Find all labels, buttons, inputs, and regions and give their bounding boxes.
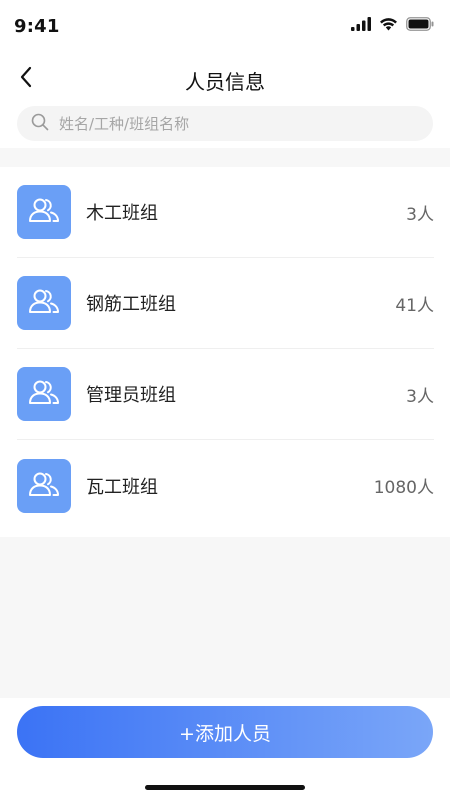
search-bar[interactable] [17, 106, 433, 141]
home-indicator [145, 785, 305, 790]
group-avatar [17, 185, 71, 239]
group-name: 管理员班组 [86, 385, 176, 406]
group-name: 瓦工班组 [86, 476, 158, 498]
group-icon [28, 196, 60, 228]
group-icon [28, 378, 60, 410]
group-list: 木工班组 3人 钢筋工班组 41人 管理员班组 3人 瓦工班组 1080人 [0, 167, 450, 537]
group-icon [28, 470, 60, 502]
group-avatar [17, 367, 71, 421]
group-count: 3人 [406, 204, 434, 225]
search-input[interactable] [59, 108, 399, 139]
battery-icon [406, 16, 434, 35]
search-icon [31, 113, 49, 135]
group-count: 3人 [406, 386, 434, 407]
signal-icon [351, 16, 371, 35]
list-item[interactable]: 钢筋工班组 41人 [17, 258, 434, 349]
top-section: 9:41 人员信息 姓名/工种/班组名称 [0, 0, 450, 148]
status-bar: 9:41 [0, 0, 450, 52]
group-count: 1080人 [373, 478, 434, 498]
group-name: 钢筋工班组 [86, 294, 176, 315]
group-avatar [17, 276, 71, 330]
status-time: 9:41 [14, 16, 60, 37]
group-count: 41人 [395, 295, 434, 316]
list-item[interactable]: 管理员班组 3人 [17, 349, 434, 440]
list-item[interactable]: 瓦工班组 1080人 [17, 440, 434, 531]
group-name: 木工班组 [86, 203, 158, 224]
group-icon [28, 287, 60, 319]
list-item[interactable]: 木工班组 3人 [17, 167, 434, 258]
status-icons [351, 16, 434, 34]
nav-bar: 人员信息 [0, 56, 450, 102]
bottom-bar: +添加人员 [0, 698, 450, 800]
group-avatar [17, 458, 71, 513]
page-title: 人员信息 [185, 70, 265, 94]
add-person-button[interactable]: +添加人员 [17, 706, 433, 758]
wifi-icon [379, 16, 398, 35]
